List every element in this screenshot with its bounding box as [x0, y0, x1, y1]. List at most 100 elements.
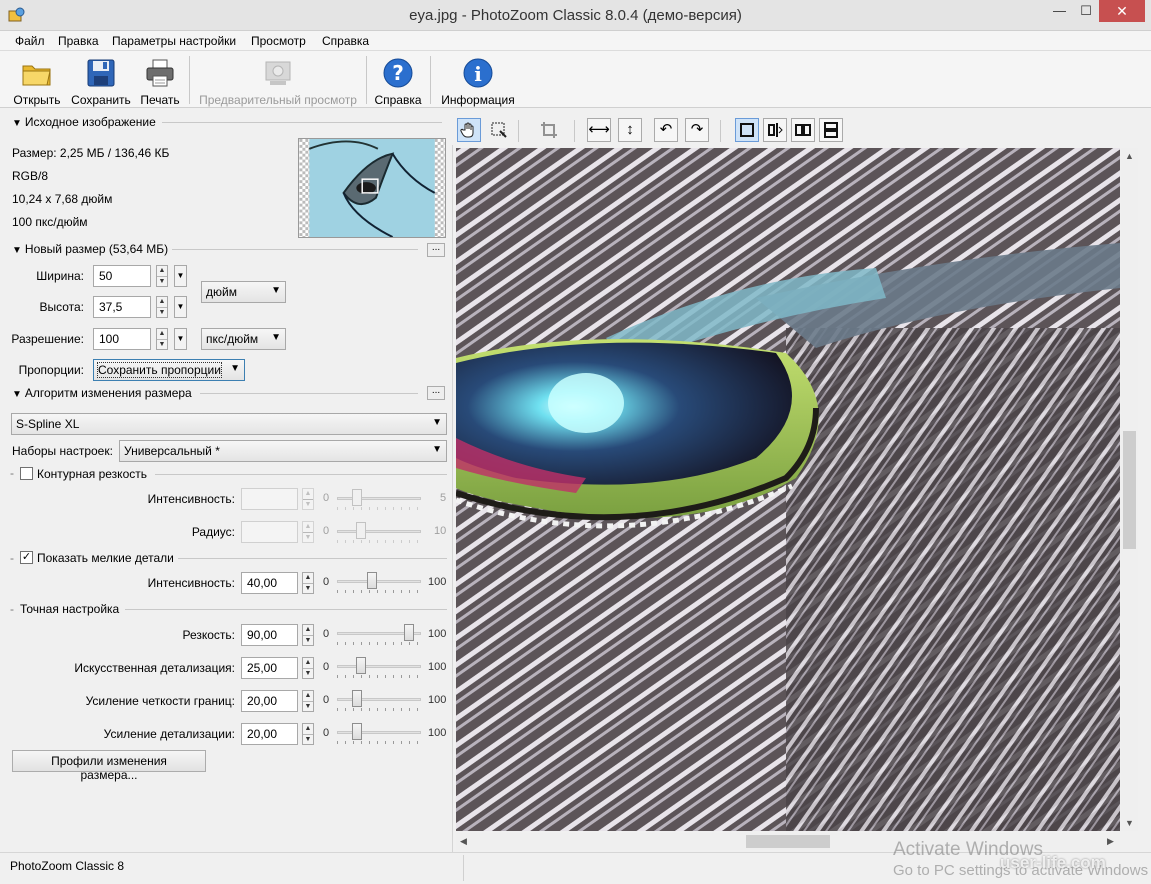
source-section-header[interactable]: ▼ Исходное изображение: [12, 115, 156, 129]
minimize-button[interactable]: —: [1046, 0, 1073, 22]
fine-tuning-stepper[interactable]: ▲ ▼: [302, 723, 314, 745]
fine-tuning-stepper[interactable]: ▲ ▼: [302, 657, 314, 679]
scrollbar-thumb[interactable]: [746, 835, 830, 848]
slider-thumb[interactable]: [352, 489, 362, 506]
width-unit-dropdown[interactable]: ▼: [174, 265, 187, 287]
rotate-left-button[interactable]: ↶: [654, 118, 678, 142]
scroll-right-icon[interactable]: ▶: [1107, 836, 1114, 847]
fine-tuning-slider[interactable]: [337, 688, 421, 711]
side-by-side-button[interactable]: [791, 118, 815, 142]
split-view-button[interactable]: [763, 118, 787, 142]
resolution-unit-select[interactable]: пкс/дюйм ▼: [201, 328, 286, 350]
new-size-section-header[interactable]: ▼ Новый размер (53,64 МБ): [12, 242, 168, 256]
algorithm-section-header[interactable]: ▼ Алгоритм изменения размера: [12, 386, 192, 400]
fine-tuning-stepper[interactable]: ▲ ▼: [302, 690, 314, 712]
slider-thumb[interactable]: [367, 572, 377, 589]
source-dimensions: 10,24 x 7,68 дюйм: [12, 192, 113, 206]
width-stepper[interactable]: ▲ ▼: [156, 265, 168, 287]
height-input[interactable]: 37,5: [93, 296, 151, 318]
save-button[interactable]: Сохранить: [69, 55, 133, 107]
fine-tuning-slider[interactable]: [337, 655, 421, 678]
print-button[interactable]: Печать: [138, 55, 182, 107]
fine-tuning-input[interactable]: 20,00: [241, 723, 298, 745]
group-bracket: -: [10, 466, 14, 480]
menu-bar: Файл Правка Параметры настройки Просмотр…: [0, 31, 1151, 51]
image-preview[interactable]: [456, 148, 1120, 831]
unsharp-radius-input[interactable]: [241, 521, 298, 543]
proportions-label: Пропорции:: [18, 363, 84, 377]
resize-profiles-button[interactable]: Профили изменения размера...: [12, 750, 206, 782]
section-divider: [178, 558, 447, 559]
info-button[interactable]: i Информация: [438, 55, 518, 107]
top-bottom-button[interactable]: [819, 118, 843, 142]
single-view-icon: [740, 123, 754, 137]
slider-thumb[interactable]: [352, 690, 362, 707]
new-size-options-button[interactable]: ...: [427, 243, 445, 257]
fine-tuning-stepper[interactable]: ▲ ▼: [302, 624, 314, 646]
menu-help[interactable]: Справка: [322, 34, 369, 48]
help-icon: ?: [383, 58, 413, 88]
menu-view[interactable]: Просмотр: [251, 34, 306, 48]
resolution-unit-dropdown[interactable]: ▼: [174, 328, 187, 350]
width-input[interactable]: 50: [93, 265, 151, 287]
window-title: eya.jpg - PhotoZoom Classic 8.0.4 (демо-…: [409, 7, 742, 24]
unsharp-radius-slider[interactable]: [337, 520, 421, 543]
menu-settings[interactable]: Параметры настройки: [112, 34, 236, 48]
fine-details-label: Показать мелкие детали: [37, 551, 174, 565]
crop-tool-button[interactable]: [537, 118, 561, 142]
fine-tuning-input[interactable]: 20,00: [241, 690, 298, 712]
fine-tuning-input[interactable]: 25,00: [241, 657, 298, 679]
fit-height-button[interactable]: ↕: [618, 118, 642, 142]
help-button[interactable]: ? Справка: [372, 55, 424, 107]
scroll-left-icon[interactable]: ◀: [460, 836, 467, 847]
fine-details-intensity-slider[interactable]: [337, 570, 421, 593]
proportions-select[interactable]: Сохранить пропорции ▼: [93, 359, 245, 381]
scrollbar-thumb[interactable]: [1123, 431, 1136, 549]
open-button[interactable]: Открыть: [10, 55, 64, 107]
algorithm-select[interactable]: S-Spline XL ▼: [11, 413, 447, 435]
fit-width-button[interactable]: ⟷: [587, 118, 611, 142]
fine-details-intensity-stepper[interactable]: ▲ ▼: [302, 572, 314, 594]
main-toolbar: Открыть Сохранить Печать Предварительный…: [0, 51, 1151, 108]
preview-button[interactable]: Предварительный просмотр: [197, 55, 359, 107]
algorithm-options-button[interactable]: ...: [427, 386, 445, 400]
menu-edit[interactable]: Правка: [58, 34, 99, 48]
hand-tool-button[interactable]: [457, 118, 481, 142]
unsharp-radius-stepper[interactable]: ▲ ▼: [302, 521, 314, 543]
slider-thumb[interactable]: [352, 723, 362, 740]
vertical-scrollbar[interactable]: ▲ ▼: [1121, 148, 1138, 831]
height-stepper[interactable]: ▲ ▼: [156, 296, 168, 318]
unsharp-checkbox[interactable]: [20, 467, 33, 480]
scroll-down-icon[interactable]: ▼: [1125, 818, 1134, 828]
fine-tuning-slider[interactable]: [337, 622, 421, 645]
unsharp-intensity-slider[interactable]: [337, 487, 421, 510]
unsharp-intensity-input[interactable]: [241, 488, 298, 510]
spin-up-icon: ▲: [304, 523, 312, 530]
unsharp-intensity-stepper[interactable]: ▲ ▼: [302, 488, 314, 510]
fine-tuning-input[interactable]: 90,00: [241, 624, 298, 646]
single-view-button[interactable]: [735, 118, 759, 142]
rotate-right-button[interactable]: ↷: [685, 118, 709, 142]
size-unit-select[interactable]: дюйм ▼: [201, 281, 286, 303]
chevron-down-icon: ▼: [230, 363, 240, 374]
zoom-select-tool-button[interactable]: [487, 118, 511, 142]
resolution-input[interactable]: 100: [93, 328, 151, 350]
fine-details-checkbox[interactable]: ✓: [20, 551, 33, 564]
presets-select[interactable]: Универсальный * ▼: [119, 440, 447, 462]
slider-max: 100: [428, 727, 447, 739]
slider-thumb[interactable]: [356, 657, 366, 674]
fine-tuning-slider[interactable]: [337, 721, 421, 744]
size-unit-value: дюйм: [206, 285, 237, 299]
close-button[interactable]: ✕: [1099, 0, 1145, 22]
resolution-stepper[interactable]: ▲ ▼: [156, 328, 168, 350]
slider-thumb[interactable]: [404, 624, 414, 641]
flip-horizontal-icon: ⟷: [588, 121, 610, 138]
presets-label: Наборы настроек:: [12, 444, 113, 458]
slider-thumb[interactable]: [356, 522, 366, 539]
maximize-button[interactable]: ☐: [1073, 0, 1099, 22]
source-thumbnail[interactable]: [298, 138, 446, 238]
fine-details-intensity-input[interactable]: 40,00: [241, 572, 298, 594]
scroll-up-icon[interactable]: ▲: [1125, 151, 1134, 161]
height-unit-dropdown[interactable]: ▼: [174, 296, 187, 318]
menu-file[interactable]: Файл: [15, 34, 45, 48]
